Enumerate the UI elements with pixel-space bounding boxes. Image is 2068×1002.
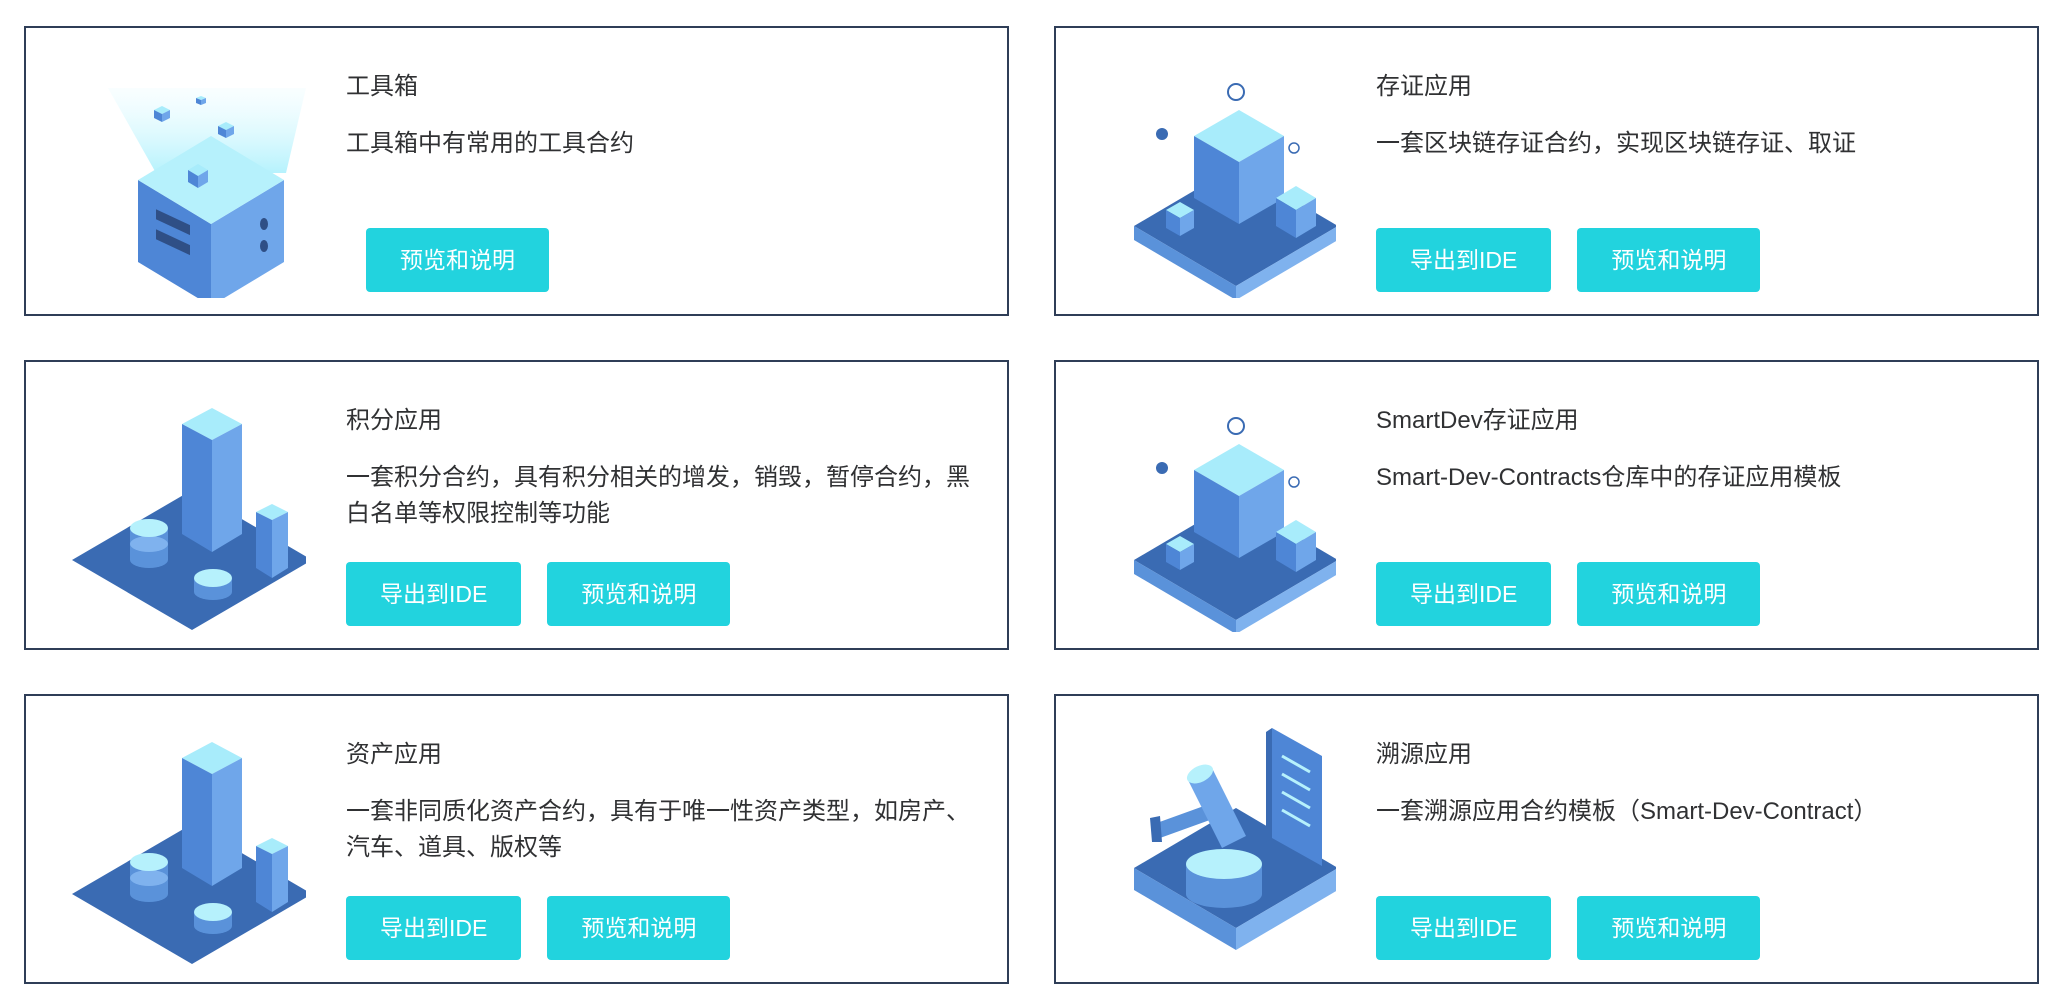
export-to-ide-button[interactable]: 导出到IDE — [1376, 896, 1552, 960]
card-title: SmartDev存证应用 — [1376, 407, 1579, 434]
card-title: 积分应用 — [346, 407, 442, 434]
traceability-gavel-icon — [1134, 728, 1336, 950]
preview-button[interactable]: 预览和说明 — [547, 562, 731, 626]
preview-button[interactable]: 预览和说明 — [1577, 562, 1761, 626]
card-description: 一套积分合约，具有积分相关的增发，销毁，暂停合约，黑白名单等权限控制等功能 — [346, 464, 970, 527]
export-to-ide-button[interactable]: 导出到IDE — [1376, 562, 1552, 626]
card-actions: 导出到IDE 预览和说明 — [1376, 896, 1761, 960]
card-assets: 资产应用 一套非同质化资产合约，具有于唯一性资产类型，如房产、汽车、道具、版权等… — [24, 694, 1009, 984]
card-description: 工具箱中有常用的工具合约 — [346, 130, 634, 157]
card-actions: 导出到IDE 预览和说明 — [346, 562, 731, 626]
card-title: 工具箱 — [346, 73, 418, 100]
preview-button[interactable]: 预览和说明 — [547, 896, 731, 960]
card-description: 一套非同质化资产合约，具有于唯一性资产类型，如房产、汽车、道具、版权等 — [346, 798, 970, 861]
card-title: 存证应用 — [1376, 73, 1472, 100]
toolbox-icon — [108, 88, 306, 298]
points-city-icon — [72, 408, 306, 630]
card-title: 溯源应用 — [1376, 741, 1472, 768]
assets-city-icon — [72, 742, 306, 964]
export-to-ide-button[interactable]: 导出到IDE — [1376, 228, 1552, 292]
card-title: 资产应用 — [346, 741, 442, 768]
card-description: 一套区块链存证合约，实现区块链存证、取证 — [1376, 130, 1856, 157]
card-description: Smart-Dev-Contracts仓库中的存证应用模板 — [1376, 464, 1842, 491]
preview-button[interactable]: 预览和说明 — [1577, 228, 1761, 292]
card-description: 一套溯源应用合约模板（Smart-Dev-Contract） — [1376, 798, 1878, 825]
card-actions: 导出到IDE 预览和说明 — [346, 896, 731, 960]
card-actions: 预览和说明 — [366, 228, 549, 292]
card-actions: 导出到IDE 预览和说明 — [1376, 228, 1761, 292]
preview-button[interactable]: 预览和说明 — [1577, 896, 1761, 960]
export-to-ide-button[interactable]: 导出到IDE — [346, 562, 522, 626]
card-actions: 导出到IDE 预览和说明 — [1376, 562, 1761, 626]
export-to-ide-button[interactable]: 导出到IDE — [346, 896, 522, 960]
card-traceability: 溯源应用 一套溯源应用合约模板（Smart-Dev-Contract） 导出到I… — [1054, 694, 2039, 984]
card-evidence: 存证应用 一套区块链存证合约，实现区块链存证、取证 导出到IDE 预览和说明 — [1054, 26, 2039, 316]
card-smartdev-evidence: SmartDev存证应用 Smart-Dev-Contracts仓库中的存证应用… — [1054, 360, 2039, 650]
preview-button[interactable]: 预览和说明 — [366, 228, 549, 292]
evidence-blocks-icon — [1134, 83, 1336, 298]
evidence-blocks-icon — [1134, 417, 1336, 632]
card-points: 积分应用 一套积分合约，具有积分相关的增发，销毁，暂停合约，黑白名单等权限控制等… — [24, 360, 1009, 650]
card-toolbox: 工具箱 工具箱中有常用的工具合约 预览和说明 — [24, 26, 1009, 316]
